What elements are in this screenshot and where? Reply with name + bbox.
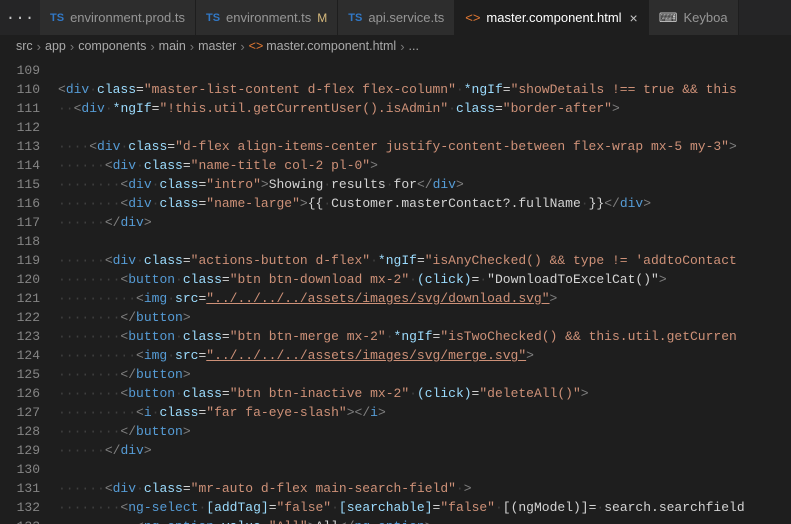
code-line[interactable] (58, 61, 791, 80)
code-line[interactable]: ······<div·class="name-title col-2 pl-0"… (58, 156, 791, 175)
line-gutter: 1091101111121131141151161171181191201211… (0, 57, 58, 524)
line-number: 131 (0, 479, 40, 498)
line-number: 128 (0, 422, 40, 441)
line-number: 113 (0, 137, 40, 156)
ts-icon: TS (348, 12, 362, 24)
html-icon: <> (249, 39, 264, 53)
tab-2[interactable]: TS api.service.ts (338, 0, 455, 35)
code-line[interactable]: ····<div·class="d-flex align-items-cente… (58, 137, 791, 156)
tab-bar: ··· TS environment.prod.ts TS environment.t… (0, 0, 791, 35)
code-area[interactable]: <div·class="master-list-content d-flex f… (58, 57, 791, 524)
code-line[interactable]: ········<button·class="btn btn-download … (58, 270, 791, 289)
line-number: 111 (0, 99, 40, 118)
line-number: 118 (0, 232, 40, 251)
chevron-right-icon: › (190, 39, 194, 54)
more-button[interactable]: ··· (0, 0, 40, 35)
breadcrumb-part[interactable]: master (198, 39, 236, 53)
html-icon: <> (465, 10, 480, 25)
code-line[interactable]: ········<div·class="intro">Showing·resul… (58, 175, 791, 194)
tab-1[interactable]: TS environment.ts M (196, 0, 338, 35)
ts-icon: TS (50, 12, 64, 24)
line-number: 114 (0, 156, 40, 175)
chevron-right-icon: › (400, 39, 404, 54)
chevron-right-icon: › (240, 39, 244, 54)
code-line[interactable]: <div·class="master-list-content d-flex f… (58, 80, 791, 99)
code-line[interactable]: ··········<img·src="../../../../assets/i… (58, 289, 791, 308)
code-line[interactable]: ········</button> (58, 422, 791, 441)
line-number: 132 (0, 498, 40, 517)
breadcrumb-part[interactable]: src (16, 39, 33, 53)
tab-label: environment.prod.ts (70, 10, 185, 25)
tab-3[interactable]: <> master.component.html × (455, 0, 649, 35)
tab-label: api.service.ts (368, 10, 444, 25)
line-number: 112 (0, 118, 40, 137)
chevron-right-icon: › (37, 39, 41, 54)
breadcrumb-part[interactable]: app (45, 39, 66, 53)
code-line[interactable] (58, 460, 791, 479)
code-line[interactable]: ········<div·class="name-large">{{·Custo… (58, 194, 791, 213)
code-line[interactable]: ········</button> (58, 308, 791, 327)
editor[interactable]: 1091101111121131141151161171181191201211… (0, 57, 791, 524)
breadcrumb-part[interactable]: main (159, 39, 186, 53)
line-number: 126 (0, 384, 40, 403)
code-line[interactable]: ··<div·*ngIf="!this.util.getCurrentUser(… (58, 99, 791, 118)
code-line[interactable]: ········</button> (58, 365, 791, 384)
breadcrumb[interactable]: src › app › components › main › master › <>master.… (0, 35, 791, 57)
line-number: 124 (0, 346, 40, 365)
code-line[interactable]: ········<ng-select·[addTag]="false"·[sea… (58, 498, 791, 517)
line-number: 129 (0, 441, 40, 460)
line-number: 110 (0, 80, 40, 99)
keyboard-icon: ⌨ (659, 10, 678, 26)
tab-label: environment.ts (226, 10, 311, 25)
line-number: 133 (0, 517, 40, 524)
code-line[interactable]: ········<button·class="btn btn-merge mx-… (58, 327, 791, 346)
tab-0[interactable]: TS environment.prod.ts (40, 0, 196, 35)
line-number: 119 (0, 251, 40, 270)
line-number: 117 (0, 213, 40, 232)
close-icon[interactable]: × (630, 10, 638, 26)
line-number: 116 (0, 194, 40, 213)
line-number: 130 (0, 460, 40, 479)
tabs-container: TSenvironment.prod.tsTSenvironment.tsMTS… (40, 0, 791, 35)
tab-label: Keyboa (684, 10, 728, 25)
breadcrumb-file[interactable]: master.component.html (266, 39, 396, 53)
line-number: 127 (0, 403, 40, 422)
line-number: 109 (0, 61, 40, 80)
tab-4[interactable]: ⌨ Keyboa (649, 0, 739, 35)
line-number: 115 (0, 175, 40, 194)
code-line[interactable]: ······</div> (58, 213, 791, 232)
code-line[interactable]: ······<div·class="mr-auto d-flex main-se… (58, 479, 791, 498)
code-line[interactable]: ········<button·class="btn btn-inactive … (58, 384, 791, 403)
ts-icon: TS (206, 12, 220, 24)
chevron-right-icon: › (150, 39, 154, 54)
code-line[interactable]: ··········<i·class="far fa-eye-slash"></… (58, 403, 791, 422)
modified-indicator: M (317, 11, 327, 25)
code-line[interactable]: ······<div·class="actions-button d-flex"… (58, 251, 791, 270)
line-number: 121 (0, 289, 40, 308)
chevron-right-icon: › (70, 39, 74, 54)
breadcrumb-tail[interactable]: ... (409, 39, 419, 53)
line-number: 122 (0, 308, 40, 327)
code-line[interactable]: ······</div> (58, 441, 791, 460)
breadcrumb-part[interactable]: components (78, 39, 146, 53)
code-line[interactable] (58, 118, 791, 137)
line-number: 120 (0, 270, 40, 289)
line-number: 125 (0, 365, 40, 384)
code-line[interactable]: ··········<img·src="../../../../assets/i… (58, 346, 791, 365)
code-line[interactable] (58, 232, 791, 251)
line-number: 123 (0, 327, 40, 346)
code-line[interactable]: ··········<ng-option·value="All">All</ng… (58, 517, 791, 524)
tab-label: master.component.html (486, 10, 621, 25)
